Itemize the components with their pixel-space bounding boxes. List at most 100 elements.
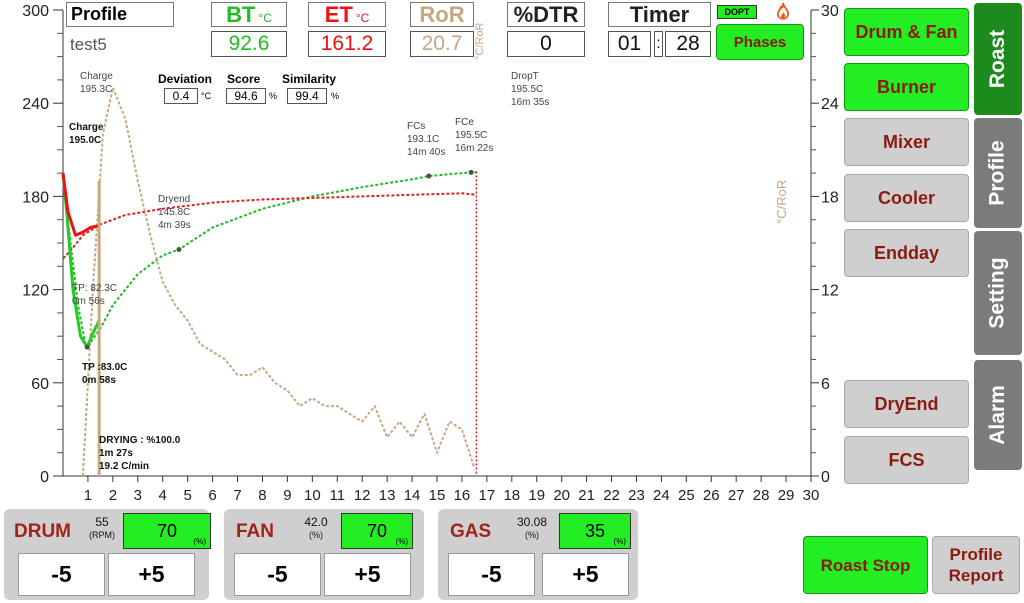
tab-roast-label: Roast (986, 29, 1010, 89)
left-tick-label: 60 (31, 376, 49, 393)
fcs-button[interactable]: FCS (844, 436, 969, 484)
x-tick-label: 12 (354, 487, 371, 503)
tab-setting[interactable]: Setting (974, 231, 1022, 355)
fan-reading-unit: (%) (309, 530, 323, 540)
x-tick-label: 26 (703, 487, 720, 503)
roast-chart: 30024018012060030241812601 2 3 4 5 6 7 8 9 10 11 12… (22, 3, 839, 503)
drum-plus-button[interactable]: +5 (108, 553, 195, 596)
x-tick-label: 4 (159, 487, 167, 503)
fan-plus-button[interactable]: +5 (324, 553, 411, 596)
profile-report-line1: Profile (949, 545, 1003, 564)
x-tick-label: 11 (329, 487, 345, 503)
annotation-line: FCe (455, 117, 474, 128)
tab-profile[interactable]: Profile (974, 118, 1022, 228)
fcs-marker (426, 173, 432, 179)
gas-minus-button[interactable]: -5 (448, 553, 535, 596)
fce-marker (468, 169, 474, 175)
gas-reading: 30.08 (%) (506, 515, 558, 540)
x-tick-label: 10 (304, 487, 321, 503)
timer-label: Timer (608, 2, 711, 27)
annotation-line: DRYING : %100.0 (99, 435, 181, 446)
x-tick-label: 30 (803, 487, 820, 503)
x-tick-label: 6 (208, 487, 216, 503)
tab-roast[interactable]: Roast (974, 3, 1022, 115)
gas-label: GAS (450, 521, 492, 542)
burner-button[interactable]: Burner (844, 63, 969, 111)
drum-setpoint-unit: (%) (193, 537, 206, 546)
annotation-line: 1m 27s (99, 448, 133, 459)
timer-seconds: 28 (665, 31, 711, 57)
drum-minus-button[interactable]: -5 (18, 553, 105, 596)
left-tick-label: 120 (22, 283, 49, 300)
dryend-marker (176, 247, 182, 253)
annotation-charge-profile: Charge 195.3C (80, 70, 113, 96)
x-tick-label: 13 (379, 487, 396, 503)
tab-alarm-label: Alarm (986, 385, 1009, 445)
annotation-dryend: Dryend 145.8C 4m 39s (158, 193, 191, 232)
bt-label: BT °C (211, 2, 287, 27)
flame-icon (776, 2, 790, 20)
ror-label: RoR (410, 2, 474, 27)
annotation-tp-profile: TP: 82.3C 0m 56s (72, 282, 117, 308)
drum-fan-button[interactable]: Drum & Fan (844, 8, 969, 56)
annotation-line: 0m 56s (72, 296, 105, 307)
x-tick-label: 28 (753, 487, 770, 503)
deviation-unit: °C (201, 91, 212, 101)
mixer-button[interactable]: Mixer (844, 118, 969, 166)
profile-name: test5 (70, 35, 107, 54)
drum-reading: 55 (RPM) (80, 515, 124, 540)
annotation-drying: DRYING : %100.0 1m 27s 19.2 C/min (99, 434, 180, 473)
annotation-line: 193.1C (407, 134, 440, 145)
x-tick-label: 27 (728, 487, 745, 503)
annotation-line: 16m 22s (455, 143, 494, 154)
x-tick-label: 14 (404, 487, 421, 503)
right-tick-label: 24 (821, 96, 839, 113)
roast-stop-button[interactable]: Roast Stop (803, 536, 928, 594)
annotation-line: 195.3C (80, 84, 113, 95)
x-tick-label: 9 (283, 487, 291, 503)
tab-profile-label: Profile (986, 140, 1010, 206)
fan-setpoint-value: 70 (366, 520, 388, 541)
annotation-line: 195.5C (511, 84, 544, 95)
phases-button[interactable]: Phases (716, 24, 804, 60)
left-tick-label: 180 (22, 189, 49, 206)
x-tick-label: 24 (653, 487, 670, 503)
x-tick-label: 18 (503, 487, 520, 503)
bt-unit: °C (258, 10, 272, 25)
profile-report-button[interactable]: Profile Report (932, 536, 1020, 594)
gas-plus-button[interactable]: +5 (542, 553, 629, 596)
tab-alarm[interactable]: Alarm (974, 360, 1022, 470)
gas-setpoint[interactable]: 35 (%) (559, 513, 631, 549)
timer-minutes: 01 (608, 31, 651, 57)
et-value: 161.2 (308, 31, 386, 57)
fan-setpoint-unit: (%) (395, 537, 408, 546)
right-axis-label: °C/RoR (774, 179, 789, 224)
annotation-line: 195.0C (69, 135, 102, 146)
annotation-tp-live: TP :83.0C 0m 58s (82, 361, 127, 387)
right-tick-label: 18 (821, 189, 839, 206)
x-tick-label: 1 (84, 487, 92, 503)
x-tick-label: 7 (233, 487, 241, 503)
annotation-line: FCs (407, 121, 426, 132)
ror-label-text: RoR (419, 1, 465, 27)
gas-reading-value: 30.08 (516, 515, 548, 529)
fan-reading: 42.0 (%) (294, 515, 338, 540)
annotation-line: Charge (80, 71, 113, 82)
right-tick-label: 6 (821, 376, 830, 393)
dryend-button[interactable]: DryEnd (844, 380, 969, 428)
fan-minus-button[interactable]: -5 (234, 553, 321, 596)
cooler-button[interactable]: Cooler (844, 174, 969, 222)
drum-setpoint-value: 70 (156, 520, 178, 541)
annotation-line: Charge (69, 122, 104, 133)
drum-reading-unit: (RPM) (89, 530, 115, 540)
similarity-unit: % (331, 91, 340, 101)
annotation-line: 0m 58s (82, 375, 116, 386)
drum-reading-value: 55 (95, 515, 109, 529)
right-tick-label: 30 (821, 3, 839, 20)
fan-setpoint[interactable]: 70 (%) (341, 513, 413, 549)
drum-setpoint[interactable]: 70 (%) (123, 513, 211, 549)
x-tick-label: 19 (528, 487, 545, 503)
tab-setting-label: Setting (986, 257, 1010, 329)
endday-button[interactable]: Endday (844, 229, 969, 277)
annotation-line: 16m 35s (511, 97, 550, 108)
